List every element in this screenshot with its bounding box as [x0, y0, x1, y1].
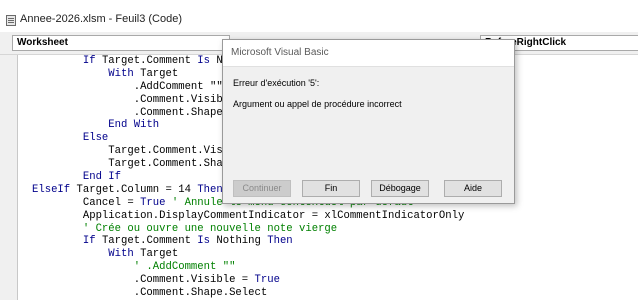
keyword-token: Else: [82, 132, 109, 145]
code-line[interactable]: .Comment.Visible = True: [32, 274, 638, 287]
comment-token: ' Crée ou ouvre une nouvelle note vierge: [82, 222, 338, 235]
code-line[interactable]: ' Crée ou ouvre une nouvelle note vierge: [32, 223, 638, 236]
code-token: Target.Column = 14: [76, 183, 198, 196]
code-token: Target.Comment: [101, 55, 198, 67]
dialog-title-bar[interactable]: Microsoft Visual Basic: [223, 40, 514, 67]
keyword-token: End With: [108, 119, 160, 132]
keyword-token: If: [82, 235, 102, 248]
keyword-token: With: [108, 248, 141, 261]
code-token: Target: [140, 248, 179, 261]
keyword-token: Is: [197, 55, 217, 67]
keyword-token: True: [254, 274, 280, 287]
code-token: Nothing: [216, 235, 268, 248]
aide-button[interactable]: Aide: [444, 180, 502, 197]
dialog-title: Microsoft Visual Basic: [231, 47, 329, 58]
title-bar: Annee-2026.xlsm - Feuil3 (Code): [0, 0, 638, 32]
error-dialog: Microsoft Visual Basic Erreur d'exécutio…: [222, 39, 515, 204]
code-token: Cancel =: [82, 196, 141, 209]
continuer-button: Continuer: [233, 180, 291, 197]
object-dropdown[interactable]: Worksheet: [12, 35, 230, 51]
code-line[interactable]: ' .AddComment "": [32, 261, 638, 274]
code-token: Target.Comment: [101, 235, 198, 248]
keyword-token: True: [140, 196, 172, 209]
window-title: Annee-2026.xlsm - Feuil3 (Code): [20, 13, 183, 25]
code-line[interactable]: If Target.Comment Is Nothing Then: [32, 235, 638, 248]
debogage-button[interactable]: Débogage: [371, 180, 429, 197]
margin-indicator-bar[interactable]: [0, 55, 18, 300]
error-message: Argument ou appel de procédure incorrect: [233, 99, 402, 109]
code-token: .AddComment "": [133, 80, 223, 93]
code-token: .Comment.Shape.Select: [133, 287, 268, 300]
code-line[interactable]: .Comment.Shape.Select: [32, 287, 638, 300]
module-icon: [6, 15, 16, 26]
code-token: .Comment.Visible =: [133, 274, 255, 287]
keyword-token: Is: [197, 235, 217, 248]
code-line[interactable]: Application.DisplayCommentIndicator = xl…: [32, 210, 638, 223]
comment-token: ' .AddComment "": [133, 261, 236, 274]
error-line: Erreur d'exécution '5':: [233, 78, 320, 88]
code-line[interactable]: With Target: [32, 248, 638, 261]
keyword-token: If: [82, 55, 102, 67]
fin-button[interactable]: Fin: [302, 180, 360, 197]
code-token: Target: [140, 67, 179, 80]
keyword-token: End If: [82, 171, 122, 184]
keyword-token: With: [108, 67, 141, 80]
code-token: Application.DisplayCommentIndicator = xl…: [82, 209, 465, 222]
keyword-token: Then: [267, 235, 293, 248]
keyword-token: ElseIf: [32, 183, 77, 196]
